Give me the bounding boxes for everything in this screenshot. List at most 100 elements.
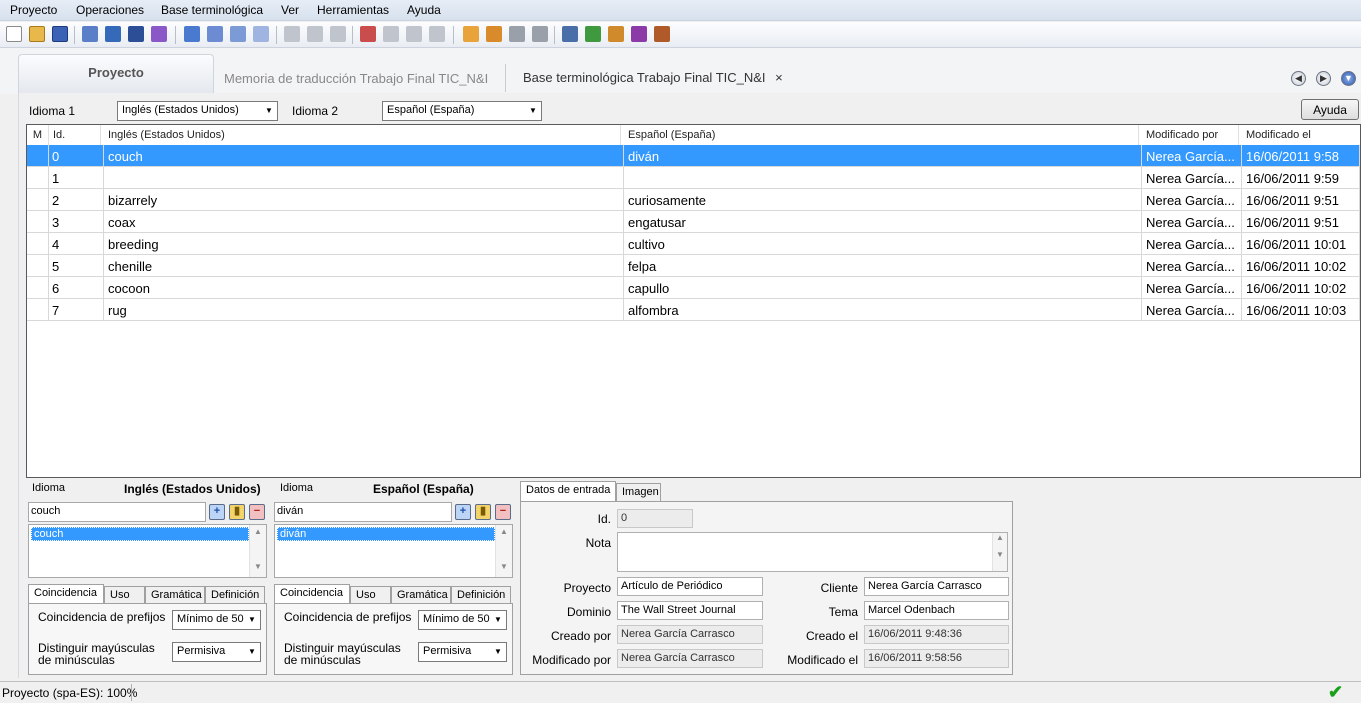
row-english-cell[interactable]: chenille xyxy=(104,255,624,276)
copy-icon[interactable] xyxy=(207,26,223,42)
menu-ayuda[interactable]: Ayuda xyxy=(407,3,441,17)
left-case-select[interactable]: Permisiva ▼ xyxy=(172,642,261,662)
list-icon[interactable] xyxy=(82,26,98,42)
row-modified-date-cell[interactable]: 16/06/2011 10:03 xyxy=(1242,299,1360,320)
row-spanish-cell[interactable]: cultivo xyxy=(624,233,1142,254)
column-header-id[interactable]: Id. xyxy=(49,125,101,145)
row-id-cell[interactable]: 4 xyxy=(49,233,104,254)
tree-icon[interactable] xyxy=(128,26,144,42)
tab-imagen[interactable]: Imagen xyxy=(616,483,661,501)
menu-operaciones[interactable]: Operaciones xyxy=(76,3,144,17)
row-modified-date-cell[interactable]: 16/06/2011 10:02 xyxy=(1242,255,1360,276)
next-icon[interactable] xyxy=(429,26,445,42)
mid-tab-definicion[interactable]: Definición xyxy=(451,586,511,604)
new-file-icon[interactable] xyxy=(6,26,22,42)
print-icon[interactable] xyxy=(284,26,300,42)
row-modified-by-cell[interactable]: Nerea García... xyxy=(1142,145,1242,166)
row-id-cell[interactable]: 0 xyxy=(49,145,104,166)
menu-base-terminologica[interactable]: Base terminológica xyxy=(161,3,263,17)
mid-case-select[interactable]: Permisiva ▼ xyxy=(418,642,507,662)
row-id-cell[interactable]: 2 xyxy=(49,189,104,210)
left-list-scrollbar[interactable]: ▲ ▼ xyxy=(249,525,266,577)
row-modified-date-cell[interactable]: 16/06/2011 9:59 xyxy=(1242,167,1360,188)
row-id-cell[interactable]: 1 xyxy=(49,167,104,188)
row-spanish-cell[interactable]: capullo xyxy=(624,277,1142,298)
mid-prefix-select[interactable]: Mínimo de 50 ▼ xyxy=(418,610,507,630)
column-header-modificado-por[interactable]: Modificado por xyxy=(1142,125,1239,145)
tools-icon[interactable] xyxy=(509,26,525,42)
mid-list-scrollbar[interactable]: ▲ ▼ xyxy=(495,525,512,577)
proyecto-field[interactable]: Artículo de Periódico xyxy=(617,577,763,596)
edit-icon[interactable] xyxy=(230,26,246,42)
chart-icon[interactable] xyxy=(184,26,200,42)
idioma2-select[interactable]: Español (España) ▼ xyxy=(382,101,542,121)
add-term-icon[interactable]: + xyxy=(209,504,225,520)
help-button[interactable]: Ayuda xyxy=(1301,99,1359,120)
sort-icon[interactable] xyxy=(105,26,121,42)
paste-term-icon[interactable]: ▮ xyxy=(475,504,491,520)
row-modified-date-cell[interactable]: 16/06/2011 9:51 xyxy=(1242,189,1360,210)
forward-icon[interactable] xyxy=(406,26,422,42)
row-english-cell[interactable] xyxy=(104,167,624,188)
dropdown-icon[interactable]: ▼ xyxy=(1341,71,1356,86)
table-row[interactable]: 5 chenille felpa Nerea García... 16/06/2011 … xyxy=(27,255,1360,277)
scroll-left-icon[interactable]: ◀ xyxy=(1291,71,1306,86)
row-spanish-cell[interactable]: curiosamente xyxy=(624,189,1142,210)
add-term-icon[interactable]: + xyxy=(455,504,471,520)
mid-term-list-item[interactable]: diván xyxy=(277,527,495,541)
idioma1-select[interactable]: Inglés (Estados Unidos) ▼ xyxy=(117,101,278,121)
tema-field[interactable]: Marcel Odenbach xyxy=(864,601,1009,620)
paste-icon[interactable] xyxy=(463,26,479,42)
row-spanish-cell[interactable]: alfombra xyxy=(624,299,1142,320)
row-english-cell[interactable]: couch xyxy=(104,145,624,166)
row-id-cell[interactable]: 7 xyxy=(49,299,104,320)
row-modified-date-cell[interactable]: 16/06/2011 10:02 xyxy=(1242,277,1360,298)
row-id-cell[interactable]: 3 xyxy=(49,211,104,232)
row-id-cell[interactable]: 6 xyxy=(49,277,104,298)
row-spanish-cell[interactable]: engatusar xyxy=(624,211,1142,232)
table-row[interactable]: 0 couch diván Nerea García... 16/06/2011 9:5… xyxy=(27,145,1360,167)
row-spanish-cell[interactable] xyxy=(624,167,1142,188)
row-spanish-cell[interactable]: felpa xyxy=(624,255,1142,276)
row-english-cell[interactable]: coax xyxy=(104,211,624,232)
document-icon[interactable] xyxy=(253,26,269,42)
tab-base-terminologica[interactable]: Base terminológica Trabajo Final TIC_N&I… xyxy=(505,64,789,92)
refresh-icon[interactable] xyxy=(307,26,323,42)
row-english-cell[interactable]: bizarrely xyxy=(104,189,624,210)
table-row[interactable]: 4 breeding cultivo Nerea García... 16/06/201… xyxy=(27,233,1360,255)
column-header-modificado-el[interactable]: Modificado el xyxy=(1242,125,1360,145)
mid-term-input[interactable]: diván xyxy=(274,502,452,522)
row-modified-date-cell[interactable]: 16/06/2011 9:51 xyxy=(1242,211,1360,232)
import-icon[interactable] xyxy=(562,26,578,42)
nota-scrollbar[interactable]: ▲ ▼ xyxy=(992,533,1007,571)
left-term-list-item[interactable]: couch xyxy=(31,527,249,541)
left-tab-gramatica[interactable]: Gramática xyxy=(145,586,205,604)
left-term-input[interactable]: couch xyxy=(28,502,206,522)
row-spanish-cell[interactable]: diván xyxy=(624,145,1142,166)
check-icon[interactable] xyxy=(532,26,548,42)
left-tab-uso[interactable]: Uso xyxy=(104,586,145,604)
table-row[interactable]: 1 Nerea García... 16/06/2011 9:59 xyxy=(27,167,1360,189)
tab-memoria-traduccion[interactable]: Memoria de traducción Trabajo Final TIC_… xyxy=(224,71,488,86)
row-modified-date-cell[interactable]: 16/06/2011 9:58 xyxy=(1242,145,1360,166)
tab-datos-de-entrada[interactable]: Datos de entrada xyxy=(520,481,616,501)
row-modified-by-cell[interactable]: Nerea García... xyxy=(1142,211,1242,232)
table-row[interactable]: 3 coax engatusar Nerea García... 16/06/2011 … xyxy=(27,211,1360,233)
menu-proyecto[interactable]: Proyecto xyxy=(10,3,57,17)
row-modified-by-cell[interactable]: Nerea García... xyxy=(1142,167,1242,188)
row-id-cell[interactable]: 5 xyxy=(49,255,104,276)
table-row[interactable]: 2 bizarrely curiosamente Nerea García... 16/… xyxy=(27,189,1360,211)
bottle-icon[interactable] xyxy=(654,26,670,42)
row-modified-by-cell[interactable]: Nerea García... xyxy=(1142,255,1242,276)
row-english-cell[interactable]: rug xyxy=(104,299,624,320)
left-tab-definicion[interactable]: Definición xyxy=(205,586,265,604)
row-modified-by-cell[interactable]: Nerea García... xyxy=(1142,189,1242,210)
column-header-m[interactable]: M xyxy=(27,125,49,145)
row-modified-by-cell[interactable]: Nerea García... xyxy=(1142,299,1242,320)
save-icon[interactable] xyxy=(52,26,68,42)
paste-term-icon[interactable]: ▮ xyxy=(229,504,245,520)
column-header-es[interactable]: Español (España) xyxy=(624,125,1139,145)
menu-ver[interactable]: Ver xyxy=(281,3,299,17)
delete-entry-icon[interactable] xyxy=(360,26,376,42)
row-english-cell[interactable]: cocoon xyxy=(104,277,624,298)
